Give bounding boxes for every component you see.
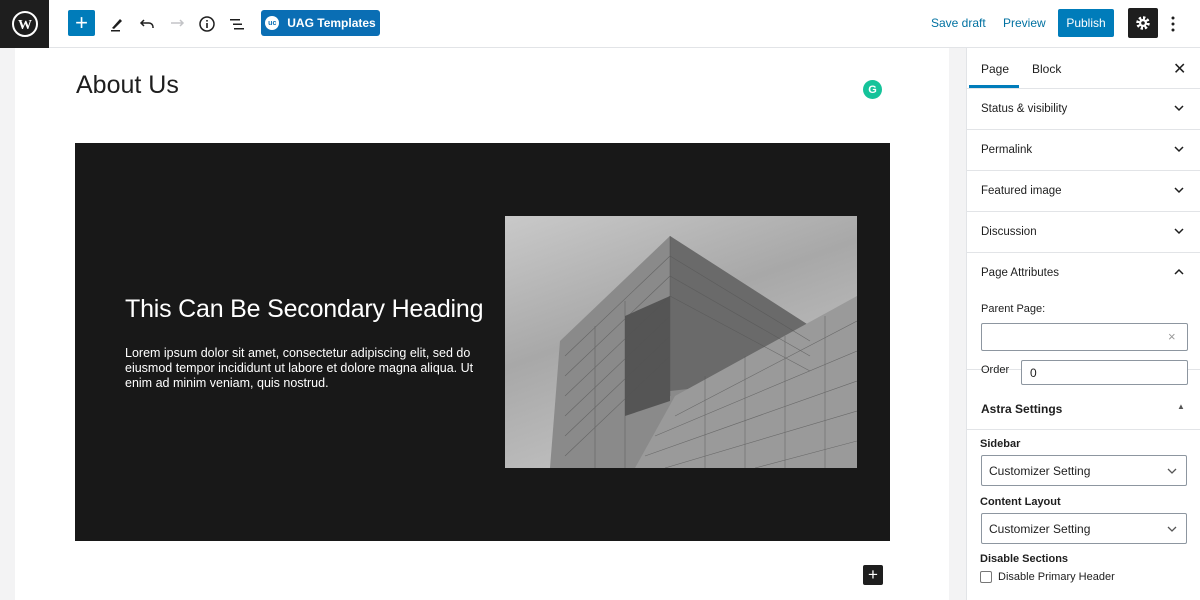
page-title[interactable]: About Us — [76, 71, 179, 100]
save-draft-button[interactable]: Save draft — [931, 16, 986, 30]
chevron-down-icon — [1174, 146, 1184, 153]
panel-title: Discussion — [981, 226, 1037, 238]
wordpress-logo-button[interactable]: W — [0, 0, 49, 48]
plus-icon: + — [868, 565, 878, 584]
add-block-button[interactable]: + — [68, 10, 95, 36]
chevron-down-icon — [1167, 468, 1177, 474]
sidebar-select-value: Customizer Setting — [989, 464, 1091, 478]
tools-button[interactable] — [105, 12, 129, 36]
plus-icon: + — [75, 10, 88, 35]
editor-toolbar: W + uc UAG Templates Save draft Preview … — [0, 0, 1200, 48]
panel-permalink[interactable]: Permalink — [967, 130, 1200, 171]
uag-logo-icon: uc — [265, 16, 280, 30]
undo-icon — [139, 19, 154, 28]
sidebar-setting-label: Sidebar — [980, 438, 1021, 450]
undo-button[interactable] — [135, 12, 159, 36]
add-block-inline-button[interactable]: + — [863, 565, 883, 585]
editor-left-gutter — [0, 48, 15, 600]
secondary-heading[interactable]: This Can Be Secondary Heading — [125, 295, 484, 324]
more-options-button[interactable] — [1163, 12, 1183, 36]
panel-title: Permalink — [981, 144, 1033, 156]
preview-button[interactable]: Preview — [1003, 16, 1046, 30]
disable-sections-label: Disable Sections — [980, 553, 1069, 565]
editor-scrollbar-track[interactable] — [949, 48, 966, 600]
pencil-icon — [111, 19, 122, 32]
cover-paragraph[interactable]: Lorem ipsum dolor sit amet, consectetur … — [125, 346, 495, 391]
panel-title: Astra Settings — [981, 402, 1063, 416]
chevron-down-icon — [1174, 105, 1184, 112]
panel-status-visibility[interactable]: Status & visibility — [967, 89, 1200, 130]
clear-icon[interactable]: × — [1168, 329, 1176, 344]
redo-button[interactable] — [165, 12, 189, 36]
panel-title: Status & visibility — [981, 103, 1068, 115]
content-layout-label: Content Layout — [980, 496, 1061, 508]
content-layout-value: Customizer Setting — [989, 522, 1091, 536]
cover-block[interactable]: This Can Be Secondary Heading Lorem ipsu… — [75, 143, 890, 541]
close-icon: ✕ — [1173, 61, 1187, 78]
more-vertical-icon — [1171, 16, 1175, 32]
panel-page-attributes: Page Attributes Parent Page: × Order 0 — [967, 253, 1200, 385]
building-image[interactable] — [505, 216, 857, 468]
details-button[interactable] — [195, 12, 219, 36]
tab-block[interactable]: Block — [1032, 62, 1061, 76]
tab-page[interactable]: Page — [981, 62, 1009, 76]
grammarly-icon[interactable]: G — [863, 80, 882, 99]
astra-settings-body: Sidebar Customizer Setting Content Layou… — [967, 430, 1200, 600]
order-label: Order — [981, 364, 1010, 376]
panel-astra-settings[interactable]: Astra Settings ▲ — [967, 389, 1200, 430]
publish-button[interactable]: Publish — [1058, 9, 1114, 37]
parent-page-input[interactable] — [981, 323, 1188, 351]
order-input[interactable]: 0 — [1021, 360, 1188, 385]
chevron-up-icon[interactable] — [1172, 265, 1186, 279]
chevron-down-icon — [1174, 187, 1184, 194]
building-illustration — [550, 236, 857, 468]
redo-icon — [171, 19, 185, 27]
disable-primary-header-checkbox[interactable] — [980, 571, 992, 583]
chevron-down-icon — [1174, 228, 1184, 235]
list-view-icon — [230, 19, 244, 30]
sidebar-tabs: Page Block ✕ — [967, 48, 1200, 89]
sidebar-select[interactable]: Customizer Setting — [981, 455, 1187, 486]
chevron-down-icon — [1167, 526, 1177, 532]
panel-featured-image[interactable]: Featured image — [967, 171, 1200, 212]
info-icon — [199, 16, 215, 32]
outline-button[interactable] — [225, 12, 249, 36]
active-tab-indicator — [969, 85, 1019, 88]
settings-button[interactable] — [1128, 8, 1158, 38]
disable-primary-header-label[interactable]: Disable Primary Header — [998, 571, 1115, 583]
wordpress-icon: W — [11, 11, 38, 37]
caret-up-icon: ▲ — [1177, 402, 1185, 411]
panel-discussion[interactable]: Discussion — [967, 212, 1200, 253]
settings-sidebar: Page Block ✕ Status & visibility Permali… — [966, 48, 1200, 600]
gear-icon — [1136, 16, 1150, 30]
content-layout-select[interactable]: Customizer Setting — [981, 513, 1187, 544]
svg-text:W: W — [18, 18, 32, 33]
panel-title: Featured image — [981, 185, 1062, 197]
uag-templates-label: UAG Templates — [287, 16, 376, 30]
uag-templates-button[interactable]: uc UAG Templates — [261, 10, 380, 36]
parent-page-label: Parent Page: — [981, 303, 1046, 315]
close-sidebar-button[interactable]: ✕ — [1173, 59, 1186, 79]
panel-title[interactable]: Page Attributes — [981, 267, 1059, 279]
